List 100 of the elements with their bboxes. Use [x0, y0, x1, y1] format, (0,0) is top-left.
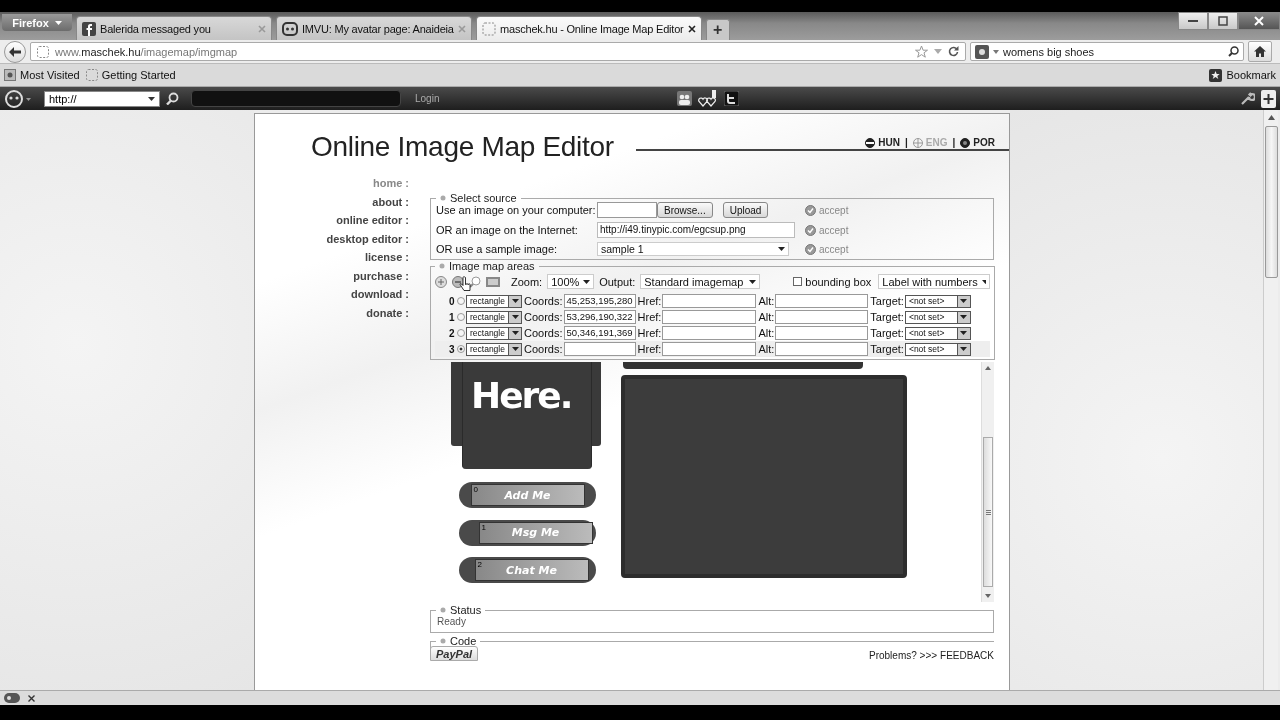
- imvu-logo-icon[interactable]: [4, 89, 32, 108]
- add-icon[interactable]: [1261, 89, 1276, 108]
- browse-button[interactable]: Browse...: [657, 202, 713, 218]
- search-icon[interactable]: [1228, 46, 1239, 57]
- addon-icon[interactable]: [4, 693, 20, 703]
- alt-field[interactable]: [775, 342, 869, 356]
- target-select[interactable]: <not set>: [904, 326, 971, 340]
- arrow-down-icon[interactable]: [985, 594, 991, 598]
- section-legend: Status: [436, 604, 486, 616]
- hearts-icon[interactable]: [698, 90, 719, 107]
- grip-icon[interactable]: [985, 509, 991, 515]
- search-field[interactable]: womens big shoes: [970, 42, 1244, 61]
- coords-field[interactable]: 45,253,195,280: [563, 294, 636, 308]
- caret-icon: [960, 299, 968, 303]
- image-icon[interactable]: [486, 276, 500, 287]
- minimize-button[interactable]: [1178, 12, 1208, 30]
- nav-link[interactable]: about :: [372, 195, 409, 209]
- arrow-up-icon[interactable]: [985, 366, 991, 370]
- login-link[interactable]: Login: [415, 93, 440, 104]
- coords-field[interactable]: 53,296,190,322: [563, 310, 636, 324]
- caret-icon[interactable]: [148, 96, 155, 101]
- bookmark-icon: [4, 69, 16, 81]
- shape-select[interactable]: rectangle: [466, 294, 522, 308]
- bookmark-link[interactable]: Getting Started: [85, 69, 176, 81]
- browser-tab[interactable]: IMVU: My avatar page: Anaideia: [276, 16, 472, 40]
- scrollbar[interactable]: [981, 362, 994, 602]
- nav-link[interactable]: download :: [350, 288, 409, 301]
- coords-field[interactable]: [563, 342, 636, 356]
- bookmarks-menu[interactable]: Bookmark: [1209, 68, 1276, 82]
- sample-image-select[interactable]: sample 1: [597, 242, 789, 256]
- target-select[interactable]: <not set>: [904, 294, 971, 308]
- file-path-field[interactable]: [597, 202, 657, 218]
- section-legend: Image map areas: [435, 260, 539, 272]
- people-icon[interactable]: [677, 91, 693, 106]
- add-area-icon[interactable]: [435, 275, 447, 288]
- address-field[interactable]: www.maschek.hu/imagemap/imgmap: [30, 42, 966, 61]
- zoom-icon[interactable]: [469, 275, 481, 288]
- nav-link[interactable]: purchase :: [353, 269, 409, 283]
- output-select[interactable]: Standard imagemap: [640, 274, 761, 289]
- bird-icon[interactable]: [724, 91, 740, 106]
- home-icon: [1254, 46, 1266, 57]
- target-select[interactable]: <not set>: [904, 310, 971, 324]
- field-label: Use an image on your computer:: [436, 204, 597, 216]
- language-link[interactable]: HUN: [865, 137, 901, 148]
- scrollbar[interactable]: [1263, 110, 1278, 690]
- caret-icon: [749, 279, 757, 284]
- search-icon[interactable]: [166, 92, 179, 105]
- toolbar-url-field[interactable]: http://: [44, 90, 160, 107]
- wrench-icon[interactable]: [1240, 91, 1255, 106]
- toolbar-search-field[interactable]: [191, 90, 401, 107]
- shape-select[interactable]: rectangle: [466, 342, 522, 356]
- alt-field[interactable]: [775, 326, 869, 340]
- nav-link[interactable]: home :: [372, 177, 409, 190]
- href-field[interactable]: [662, 310, 757, 324]
- arrow-up-icon[interactable]: [1267, 115, 1275, 120]
- nav-link[interactable]: donate :: [366, 306, 409, 320]
- bounding-box-checkbox[interactable]: bounding box: [793, 275, 872, 288]
- nav-link[interactable]: desktop editor :: [326, 232, 409, 246]
- page-icon: [37, 45, 49, 58]
- area-radio[interactable]: [457, 297, 465, 305]
- nav-link[interactable]: online editor :: [336, 214, 409, 227]
- bookmark-link[interactable]: Most Visited: [4, 69, 80, 81]
- alt-field[interactable]: [775, 294, 869, 308]
- language-link[interactable]: POR: [960, 137, 995, 148]
- href-field[interactable]: [662, 326, 757, 340]
- shape-select[interactable]: rectangle: [466, 326, 522, 340]
- target-select[interactable]: <not set>: [904, 342, 971, 356]
- close-button[interactable]: [1238, 12, 1280, 30]
- close-icon[interactable]: [687, 24, 696, 33]
- coords-field[interactable]: 50,346,191,369: [563, 326, 636, 340]
- alt-field[interactable]: [775, 310, 869, 324]
- accept-button[interactable]: accept: [805, 243, 988, 255]
- reload-icon[interactable]: [948, 46, 959, 57]
- back-button[interactable]: [4, 40, 26, 63]
- firefox-menu-button[interactable]: Firefox: [2, 14, 72, 31]
- shape-select[interactable]: rectangle: [466, 310, 522, 324]
- image-url-field[interactable]: http://i49.tinypic.com/egcsup.png: [597, 222, 795, 238]
- home-button[interactable]: [1248, 41, 1272, 62]
- browser-tab[interactable]: maschek.hu - Online Image Map Editor: [476, 16, 702, 40]
- href-field[interactable]: [662, 294, 757, 308]
- close-icon[interactable]: [28, 694, 35, 702]
- maximize-button[interactable]: [1208, 12, 1238, 30]
- area-radio[interactable]: [457, 313, 465, 321]
- zoom-select[interactable]: 100%: [547, 274, 595, 289]
- feedback-link[interactable]: FEEDBACK: [940, 650, 994, 661]
- browser-tab[interactable]: Balerida messaged you: [76, 16, 272, 40]
- scrollbar-thumb[interactable]: [1264, 126, 1278, 278]
- area-radio[interactable]: [457, 345, 465, 353]
- area-number: 0: [449, 295, 456, 307]
- star-icon: [1209, 68, 1223, 82]
- upload-button[interactable]: Upload: [722, 202, 769, 218]
- check-icon: [805, 204, 816, 216]
- label-mode-select[interactable]: Label with numbers: [878, 274, 991, 289]
- new-tab-button[interactable]: +: [705, 19, 730, 40]
- nav-link[interactable]: license :: [364, 251, 409, 264]
- star-icon[interactable]: [915, 45, 928, 58]
- href-field[interactable]: [662, 342, 757, 356]
- area-radio[interactable]: [457, 329, 465, 337]
- paypal-button[interactable]: PayPal: [430, 646, 479, 661]
- field-label: Href:: [637, 327, 662, 339]
